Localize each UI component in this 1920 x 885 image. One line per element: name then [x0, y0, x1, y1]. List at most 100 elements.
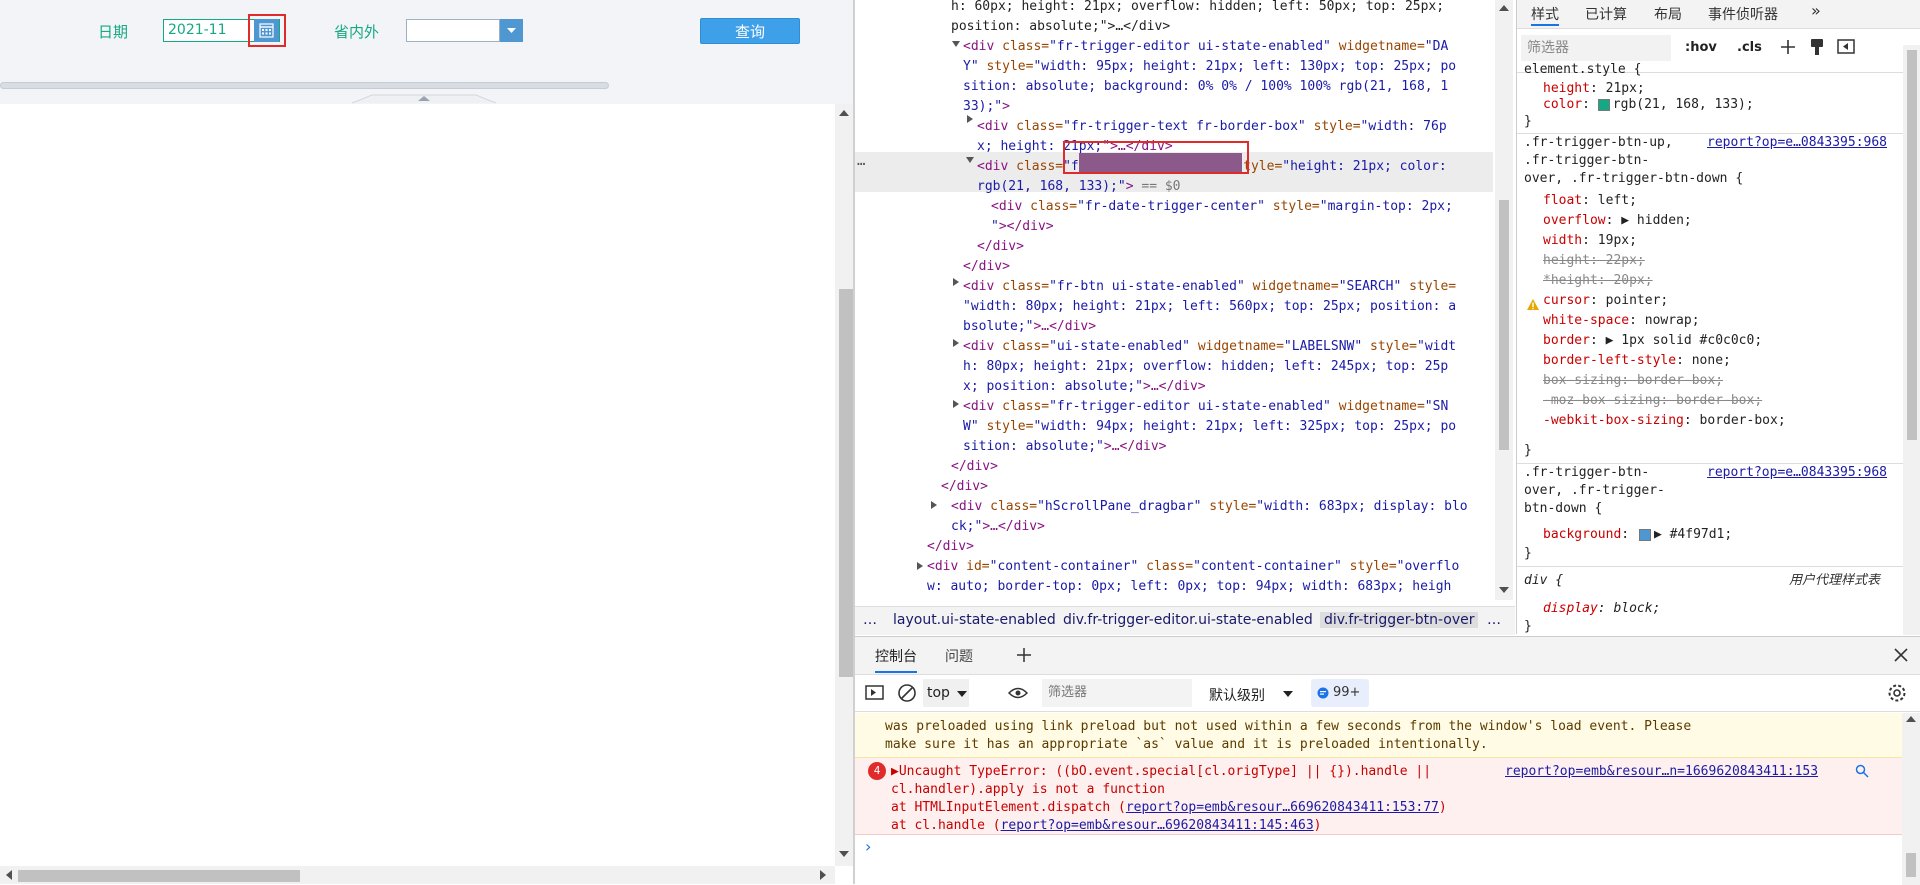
sidebar-toggle-icon[interactable] — [1837, 38, 1855, 56]
dom-node-line[interactable]: W" style="width: 94px; height: 21px; lef… — [963, 417, 1456, 437]
tab-event-listeners[interactable]: 事件侦听器 — [1708, 4, 1778, 24]
scrollbar-thumb[interactable] — [1499, 200, 1509, 450]
expand-triangle-icon[interactable] — [951, 399, 961, 409]
elements-scrollbar[interactable] — [1495, 0, 1513, 600]
expand-triangle-icon[interactable] — [951, 338, 961, 348]
style-prop[interactable]: border: ▶ 1px solid #c0c0c0; — [1543, 332, 1762, 350]
collapse-triangle-icon[interactable] — [965, 155, 975, 165]
top-scrollbar[interactable] — [0, 82, 609, 89]
dom-node-line[interactable]: </div> — [977, 237, 1024, 257]
stack-link[interactable]: report?op=emb&resour…669620843411:153:77 — [1126, 800, 1439, 815]
scrollbar-thumb[interactable] — [18, 870, 300, 882]
dom-node-line[interactable]: </div> — [927, 537, 974, 557]
eye-icon[interactable] — [1008, 686, 1028, 700]
stack-link[interactable]: report?op=emb&resour…69620843411:145:463 — [1001, 818, 1314, 833]
rule-selector[interactable]: .fr-trigger-btn- — [1524, 152, 1649, 170]
expand-triangle-icon[interactable] — [929, 500, 939, 510]
style-prop[interactable]: background: ▶ #4f97d1; — [1543, 526, 1732, 544]
styles-filter-input[interactable]: 筛选器 — [1521, 35, 1671, 61]
expand-triangle-icon[interactable] — [965, 114, 975, 124]
content-horizontal-scrollbar[interactable] — [0, 866, 835, 884]
paint-brush-icon[interactable] — [1809, 38, 1825, 56]
styles-scrollbar[interactable] — [1903, 45, 1920, 635]
sidebar-toggle-icon[interactable] — [865, 684, 885, 702]
dom-node-line[interactable]: bsolute;">…</div> — [963, 317, 1096, 337]
snw-dropdown-button[interactable] — [500, 19, 523, 42]
style-prop[interactable]: float: left; — [1543, 192, 1637, 210]
dom-node-line[interactable]: <div class="fr-btn ui-state-enabled" wid… — [963, 277, 1456, 297]
rule-selector[interactable]: .fr-trigger-btn- — [1524, 464, 1649, 482]
rule-selector[interactable]: over, .fr-trigger- — [1524, 482, 1665, 500]
expand-triangle-icon[interactable] — [915, 561, 925, 571]
scroll-down-icon[interactable] — [839, 850, 849, 858]
dom-node-line[interactable]: <div class="ui-state-enabled" widgetname… — [963, 337, 1456, 357]
scrollbar-thumb[interactable] — [1906, 853, 1916, 877]
dom-node-line[interactable]: x; position: absolute;">…</div> — [963, 377, 1206, 397]
expand-triangle-icon[interactable] — [951, 277, 961, 287]
tab-styles[interactable]: 样式 — [1531, 4, 1559, 26]
console-prompt[interactable]: › — [865, 837, 871, 856]
style-prop[interactable]: -moz-box-sizing: border-box; — [1543, 392, 1762, 410]
dom-node-line[interactable]: ck;">…</div> — [951, 517, 1045, 537]
console-filter-input[interactable]: 筛选器 — [1042, 679, 1192, 707]
breadcrumb-item[interactable]: div.fr-trigger-editor.ui-state-enabled — [1063, 612, 1313, 628]
style-prop[interactable]: box-sizing: border-box; — [1543, 372, 1723, 390]
dom-node-line[interactable]: <div class="fr-trigger-text fr-border-bo… — [977, 117, 1447, 137]
style-prop[interactable]: width: 19px; — [1543, 232, 1637, 250]
tab-issues[interactable]: 问题 — [945, 646, 973, 666]
dom-node-line[interactable]: "width: 80px; height: 21px; left: 560px;… — [963, 297, 1456, 317]
rule-selector[interactable]: .fr-trigger-btn-up, — [1524, 134, 1673, 152]
style-prop[interactable]: -webkit-box-sizing: border-box; — [1543, 412, 1786, 430]
gear-icon[interactable] — [1887, 683, 1907, 703]
dom-node-line[interactable]: w: auto; border-top: 0px; left: 0px; top… — [927, 577, 1451, 597]
style-prop[interactable]: display: block; — [1543, 600, 1660, 618]
scroll-right-icon[interactable] — [819, 870, 827, 880]
search-icon[interactable] — [1855, 764, 1869, 778]
style-prop[interactable]: color: rgb(21, 168, 133); — [1543, 96, 1754, 114]
scroll-down-icon[interactable] — [1499, 586, 1509, 594]
plus-icon[interactable] — [1015, 646, 1033, 664]
tab-layout[interactable]: 布局 — [1654, 4, 1682, 24]
dom-node-line[interactable]: </div> — [951, 457, 998, 477]
message-count-badge[interactable]: 99+ — [1311, 679, 1369, 707]
tab-console[interactable]: 控制台 — [875, 646, 917, 673]
style-prop[interactable]: *height: 20px; — [1543, 272, 1653, 290]
dom-node-line[interactable]: </div> — [963, 257, 1010, 277]
cls-toggle[interactable]: .cls — [1737, 40, 1762, 55]
hov-toggle[interactable]: :hov — [1685, 40, 1717, 55]
snw-combo-input[interactable] — [406, 19, 500, 42]
dom-node-line[interactable]: <div class="fr-trigger-editor ui-state-e… — [963, 37, 1448, 57]
error-line[interactable]: ▶Uncaught TypeError: ((bO.event.special[… — [891, 763, 1431, 781]
search-button[interactable]: 查询 — [700, 18, 800, 44]
scroll-up-icon[interactable] — [1906, 715, 1916, 723]
dom-node-line[interactable]: sition: absolute;">…</div> — [963, 437, 1167, 457]
rule-selector[interactable]: over, .fr-trigger-btn-down { — [1524, 170, 1743, 188]
tab-computed[interactable]: 已计算 — [1585, 4, 1627, 24]
tab-more[interactable]: » — [1811, 1, 1821, 20]
scroll-left-icon[interactable] — [5, 870, 13, 880]
style-prop[interactable]: white-space: nowrap; — [1543, 312, 1700, 330]
breadcrumb-item[interactable]: layout.ui-state-enabled — [893, 612, 1056, 628]
scroll-up-icon[interactable] — [839, 109, 849, 117]
dom-node-line[interactable]: position: absolute;">…</div> — [951, 17, 1170, 37]
plus-icon[interactable] — [1779, 38, 1797, 56]
dom-node-line[interactable]: <div class="fr-date-trigger-center" styl… — [991, 197, 1453, 217]
clear-console-icon[interactable] — [897, 683, 917, 703]
log-level-selector[interactable]: 默认级别 — [1203, 679, 1299, 707]
console-scrollbar[interactable] — [1902, 713, 1920, 885]
dom-node-line[interactable]: </div> — [941, 477, 988, 497]
more-dots[interactable]: … — [857, 153, 865, 169]
style-prop[interactable]: height: 22px; — [1543, 252, 1645, 270]
rule-source-link[interactable]: report?op=e…0843395:968 — [1707, 134, 1887, 152]
dom-node-line[interactable]: sition: absolute; background: 0% 0% / 10… — [963, 77, 1448, 97]
dom-node-line[interactable]: "></div> — [991, 217, 1054, 237]
drag-handle[interactable] — [352, 94, 496, 104]
scrollbar-thumb[interactable] — [839, 289, 853, 677]
scroll-up-icon[interactable] — [1499, 4, 1509, 12]
content-vertical-scrollbar[interactable] — [835, 104, 853, 866]
dom-node-line[interactable]: h: 80px; height: 21px; overflow: hidden;… — [963, 357, 1448, 377]
breadcrumb-more[interactable]: … — [863, 612, 877, 628]
scrollbar-thumb[interactable] — [1907, 50, 1917, 440]
dom-node-line[interactable]: <div id="content-container" class="conte… — [927, 557, 1459, 577]
style-prop[interactable]: cursor: pointer; — [1543, 292, 1668, 310]
